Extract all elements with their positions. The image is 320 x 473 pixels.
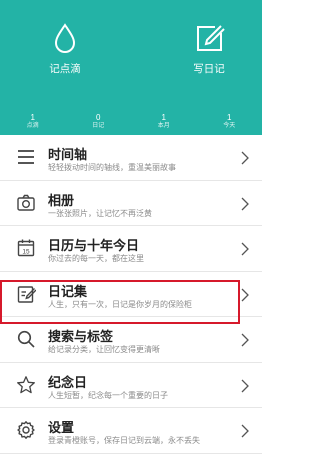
stat-moments[interactable]: 1 点滴 — [0, 113, 66, 135]
calendar-day-text: 15 — [22, 249, 30, 256]
menu-item-subtitle: 给记录分类，让回忆变得更清晰 — [48, 345, 160, 354]
record-moment-label: 记点滴 — [49, 63, 81, 75]
write-diary-button[interactable]: 写日记 — [179, 22, 239, 77]
stat-value: 1 — [227, 113, 232, 122]
timeline-icon — [16, 147, 36, 167]
menu-item-settings[interactable]: 设置 登录青橙账号，保存日记到云端，永不丢失 — [0, 408, 262, 454]
stat-caption: 点滴 — [26, 123, 39, 129]
chevron-right-icon — [241, 333, 249, 347]
menu-item-search-tags[interactable]: 搜索与标签 给记录分类，让回忆变得更清晰 — [0, 317, 262, 363]
camera-icon — [16, 193, 36, 213]
chevron-right-icon — [241, 288, 249, 301]
menu-item-title: 日记集 — [48, 283, 88, 299]
menu-item-album[interactable]: 相册 一张张照片，让记忆不再泛黄 — [0, 180, 262, 226]
chevron-right-icon — [241, 379, 249, 392]
menu-item-timeline[interactable]: 时间轴 轻轻拨动时间的轴线，重温美丽故事 — [0, 135, 262, 181]
record-moment-button[interactable]: 记点滴 — [35, 22, 95, 77]
menu-list: 时间轴 轻轻拨动时间的轴线，重温美丽故事 相册 一张张照片，让记忆不再泛黄 15… — [0, 135, 262, 454]
menu-item-title: 时间轴 — [48, 147, 88, 162]
stat-caption: 本月 — [157, 123, 170, 129]
stat-this-month[interactable]: 1 本月 — [131, 113, 197, 135]
edit-icon — [197, 25, 225, 51]
menu-item-subtitle: 登录青橙账号，保存日记到云端，永不丢失 — [48, 436, 200, 445]
write-diary-label: 写日记 — [193, 63, 225, 75]
stat-value: 1 — [161, 113, 166, 122]
stat-diaries[interactable]: 0 日记 — [66, 113, 132, 135]
star-icon — [16, 375, 36, 395]
menu-item-anniversary[interactable]: 纪念日 人生短暂，纪念每一个重要的日子 — [0, 362, 262, 408]
menu-item-title: 搜索与标签 — [48, 329, 114, 344]
menu-item-subtitle: 人生，只有一次，日记是你岁月的保险柜 — [48, 299, 192, 309]
menu-item-diary-collection[interactable]: 日记集 人生，只有一次，日记是你岁月的保险柜 — [0, 271, 262, 317]
search-icon — [16, 329, 36, 349]
menu-item-title: 设置 — [48, 420, 75, 435]
stat-value: 1 — [30, 113, 35, 122]
journal-icon — [16, 284, 36, 304]
stats-bar: 1 点滴 0 日记 1 本月 1 今天 — [0, 113, 262, 135]
menu-item-subtitle: 轻轻拨动时间的轴线，重温美丽故事 — [48, 163, 176, 172]
stat-caption: 今天 — [223, 123, 236, 129]
stat-today[interactable]: 1 今天 — [197, 113, 263, 135]
menu-item-subtitle: 一张张照片，让记忆不再泛黄 — [48, 208, 152, 218]
chevron-right-icon — [241, 151, 249, 165]
chevron-right-icon — [241, 242, 249, 256]
menu-item-title: 日历与十年今日 — [48, 238, 140, 253]
stat-value: 0 — [96, 113, 101, 122]
droplet-icon — [54, 23, 76, 53]
menu-item-title: 相册 — [48, 192, 75, 208]
gear-icon — [16, 420, 36, 440]
menu-item-title: 纪念日 — [48, 374, 88, 390]
menu-item-subtitle: 人生短暂，纪念每一个重要的日子 — [48, 390, 168, 400]
menu-item-calendar[interactable]: 15 日历与十年今日 你过去的每一天，都在这里 — [0, 226, 262, 272]
header: 记点滴 写日记 1 点滴 0 日记 1 本月 1 今天 — [0, 0, 262, 135]
calendar-icon: 15 — [16, 238, 36, 258]
chevron-right-icon — [241, 197, 249, 210]
stat-caption: 日记 — [92, 123, 105, 129]
menu-item-subtitle: 你过去的每一天，都在这里 — [48, 254, 144, 263]
chevron-right-icon — [241, 424, 249, 438]
